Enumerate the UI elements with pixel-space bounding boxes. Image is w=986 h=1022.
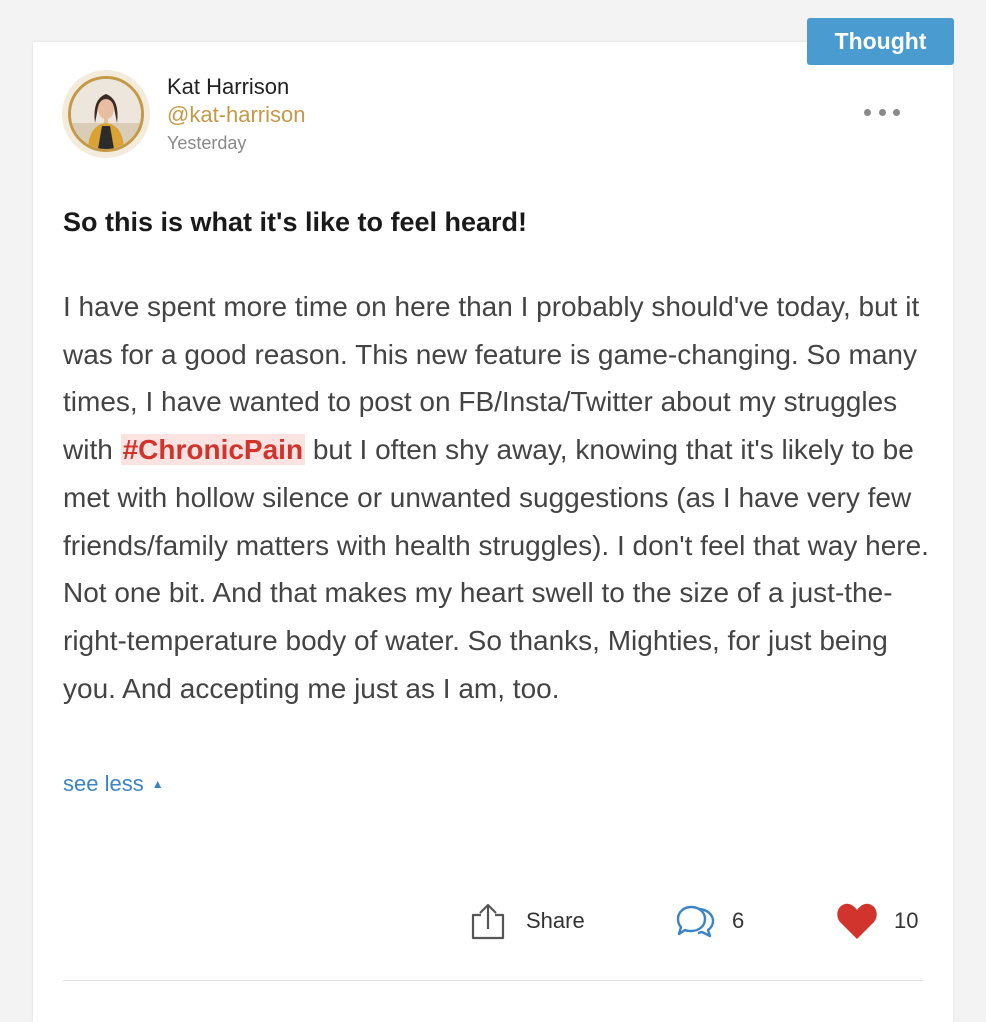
- heart-icon: [837, 903, 877, 939]
- category-tag[interactable]: Thought: [807, 18, 954, 65]
- footer-divider: [63, 980, 923, 981]
- post-title: So this is what it's like to feel heard!: [63, 207, 528, 237]
- hashtag-link[interactable]: #ChronicPain: [120, 434, 306, 466]
- avatar-image-icon: [71, 79, 141, 149]
- comment-button[interactable]: 6: [676, 898, 744, 944]
- author-name[interactable]: Kat Harrison: [167, 74, 289, 100]
- comment-count: 6: [732, 908, 745, 933]
- more-dot-icon: [878, 108, 886, 116]
- post-timestamp: Yesterday: [167, 133, 247, 153]
- caret-up-icon: ▲: [151, 777, 164, 791]
- share-button[interactable]: Share: [470, 898, 585, 944]
- author-avatar[interactable]: [62, 70, 150, 158]
- share-label: Share: [526, 908, 585, 933]
- see-less-label: see less: [63, 771, 144, 796]
- like-count: 10: [894, 908, 919, 933]
- avatar-photo: [68, 76, 144, 152]
- like-button[interactable]: 10: [836, 898, 918, 944]
- see-less-link[interactable]: see less ▲: [63, 771, 164, 797]
- share-icon: [471, 903, 505, 940]
- comment-bubbles-icon: [676, 905, 715, 938]
- post-body-text: but I often shy away, knowing that it's …: [63, 434, 929, 704]
- post-body: I have spent more time on here than I pr…: [63, 283, 933, 712]
- author-handle[interactable]: @kat-harrison: [167, 102, 306, 128]
- more-dot-icon: [893, 108, 900, 116]
- more-options-button[interactable]: [862, 100, 902, 124]
- more-dot-icon: [864, 108, 871, 116]
